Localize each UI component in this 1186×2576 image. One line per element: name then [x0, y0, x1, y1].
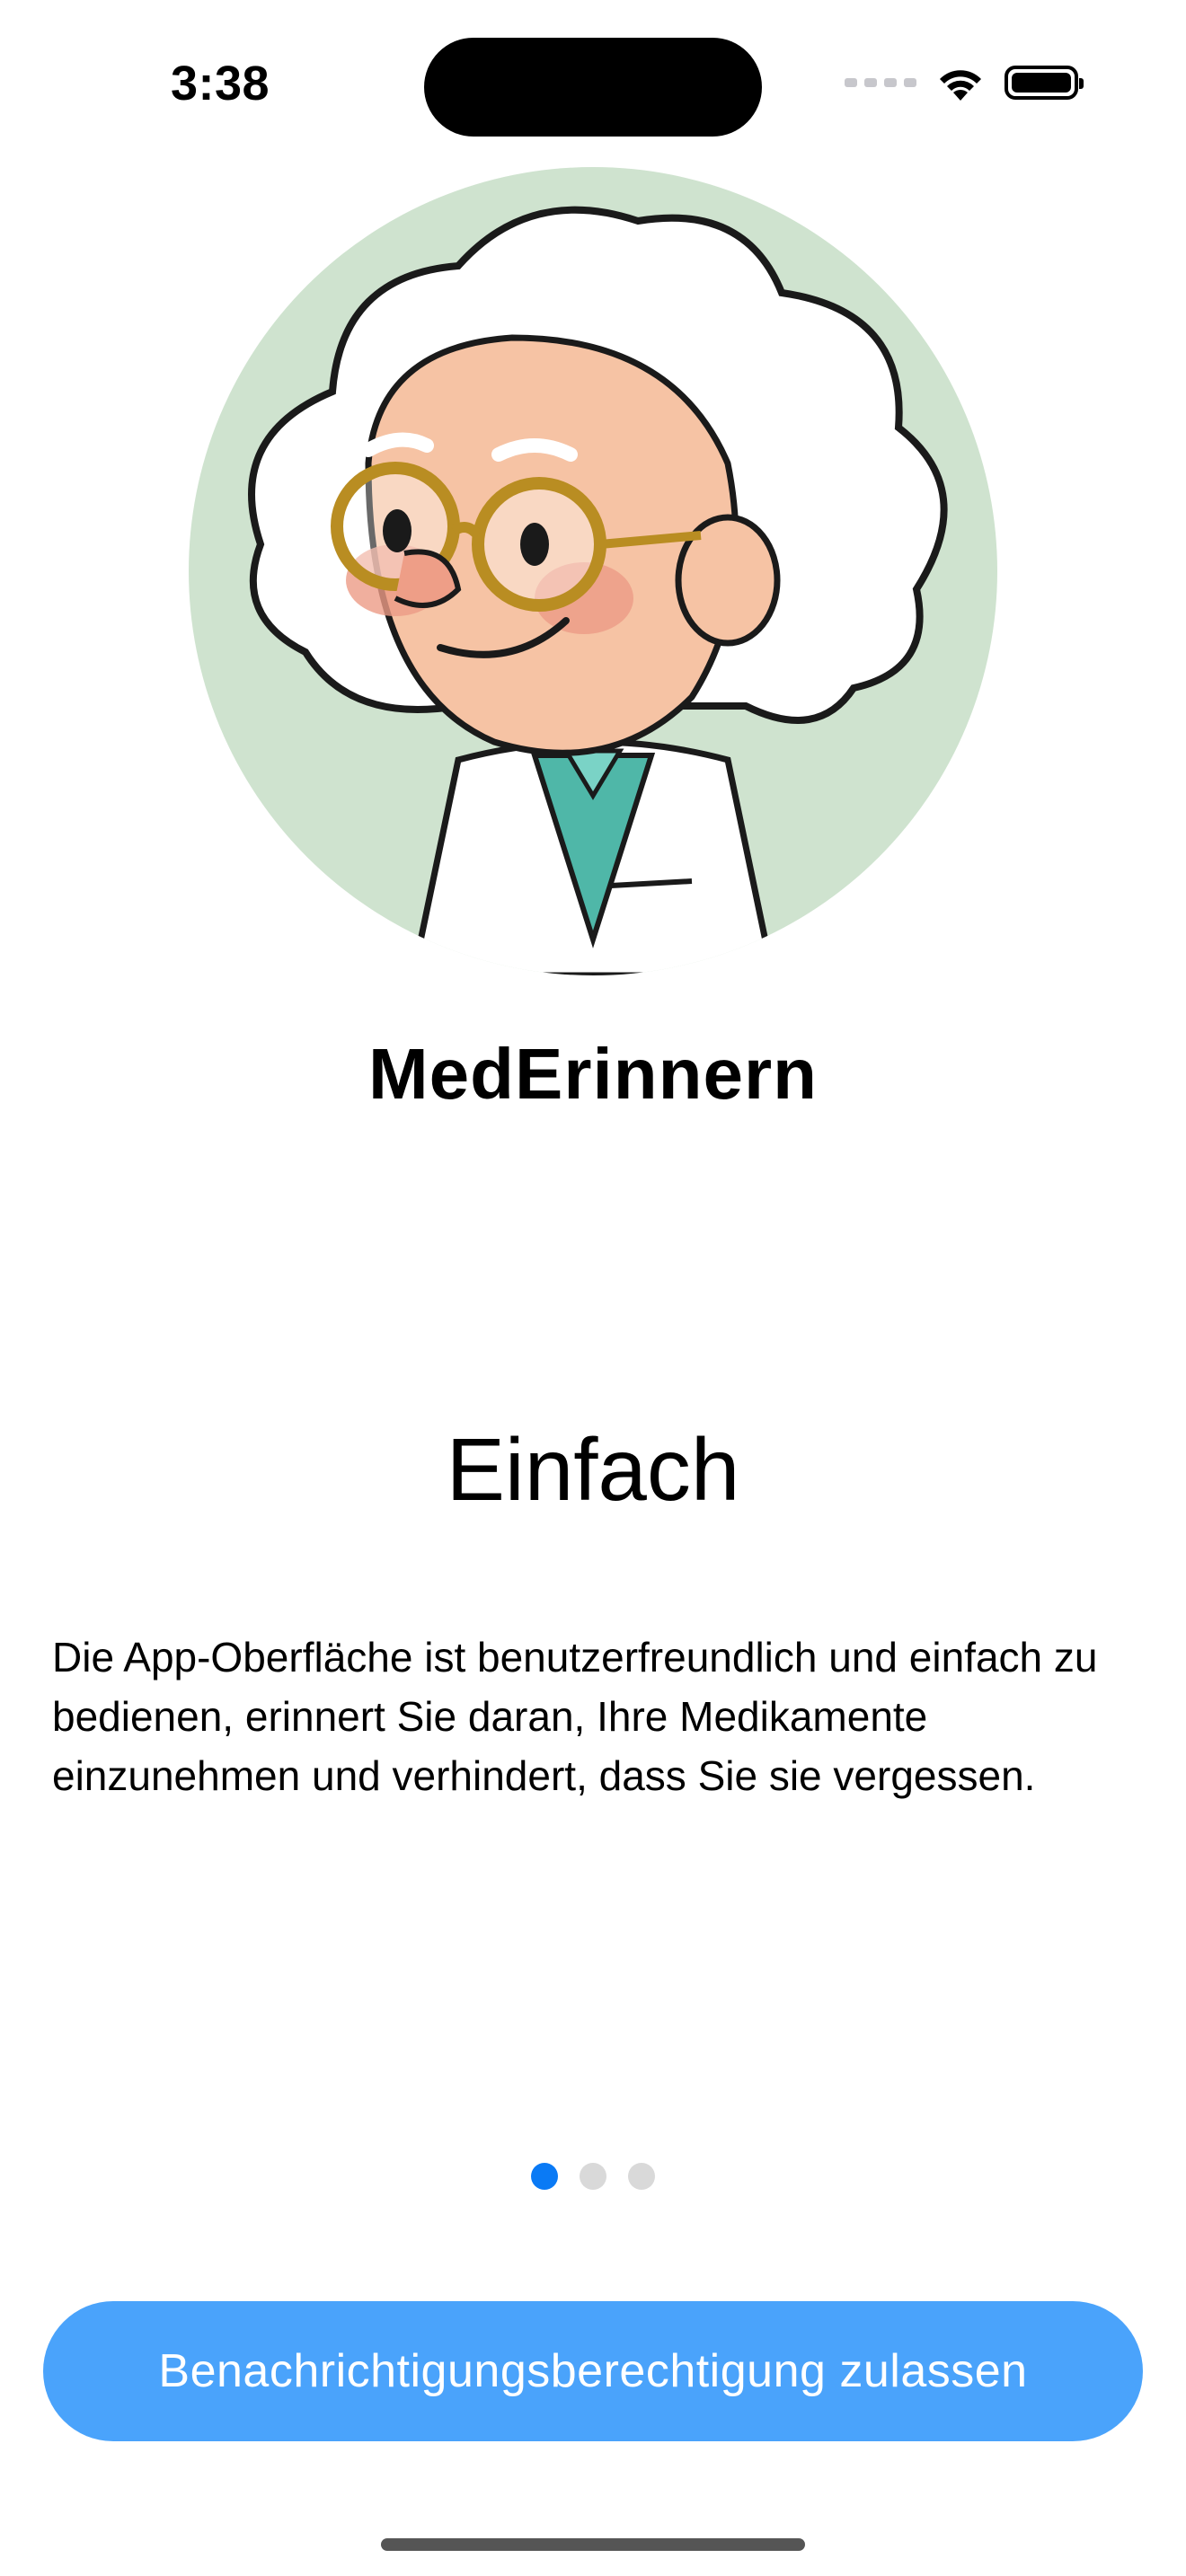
onboarding-description: Die App-Oberfläche ist benutzerfreundlic… — [52, 1634, 1098, 1799]
home-indicator[interactable] — [381, 2538, 805, 2551]
page-indicator[interactable] — [0, 2163, 1186, 2190]
allow-notifications-button[interactable]: Benachrichtigungsberechtigung zulassen — [43, 2301, 1143, 2441]
doctor-avatar — [189, 167, 997, 975]
cellular-signal-icon — [845, 78, 916, 87]
battery-icon — [1005, 66, 1084, 100]
onboarding-title: Einfach — [446, 1420, 740, 1519]
status-icons — [845, 63, 1084, 102]
doctor-avatar-icon — [189, 167, 997, 975]
status-time: 3:38 — [171, 57, 270, 110]
app-name: MedErinnern — [368, 1034, 818, 1114]
page-dot-2[interactable] — [580, 2163, 606, 2190]
wifi-icon — [940, 70, 981, 101]
dynamic-island — [424, 38, 762, 137]
page-dot-3[interactable] — [628, 2163, 655, 2190]
page-dot-1[interactable] — [531, 2163, 558, 2190]
